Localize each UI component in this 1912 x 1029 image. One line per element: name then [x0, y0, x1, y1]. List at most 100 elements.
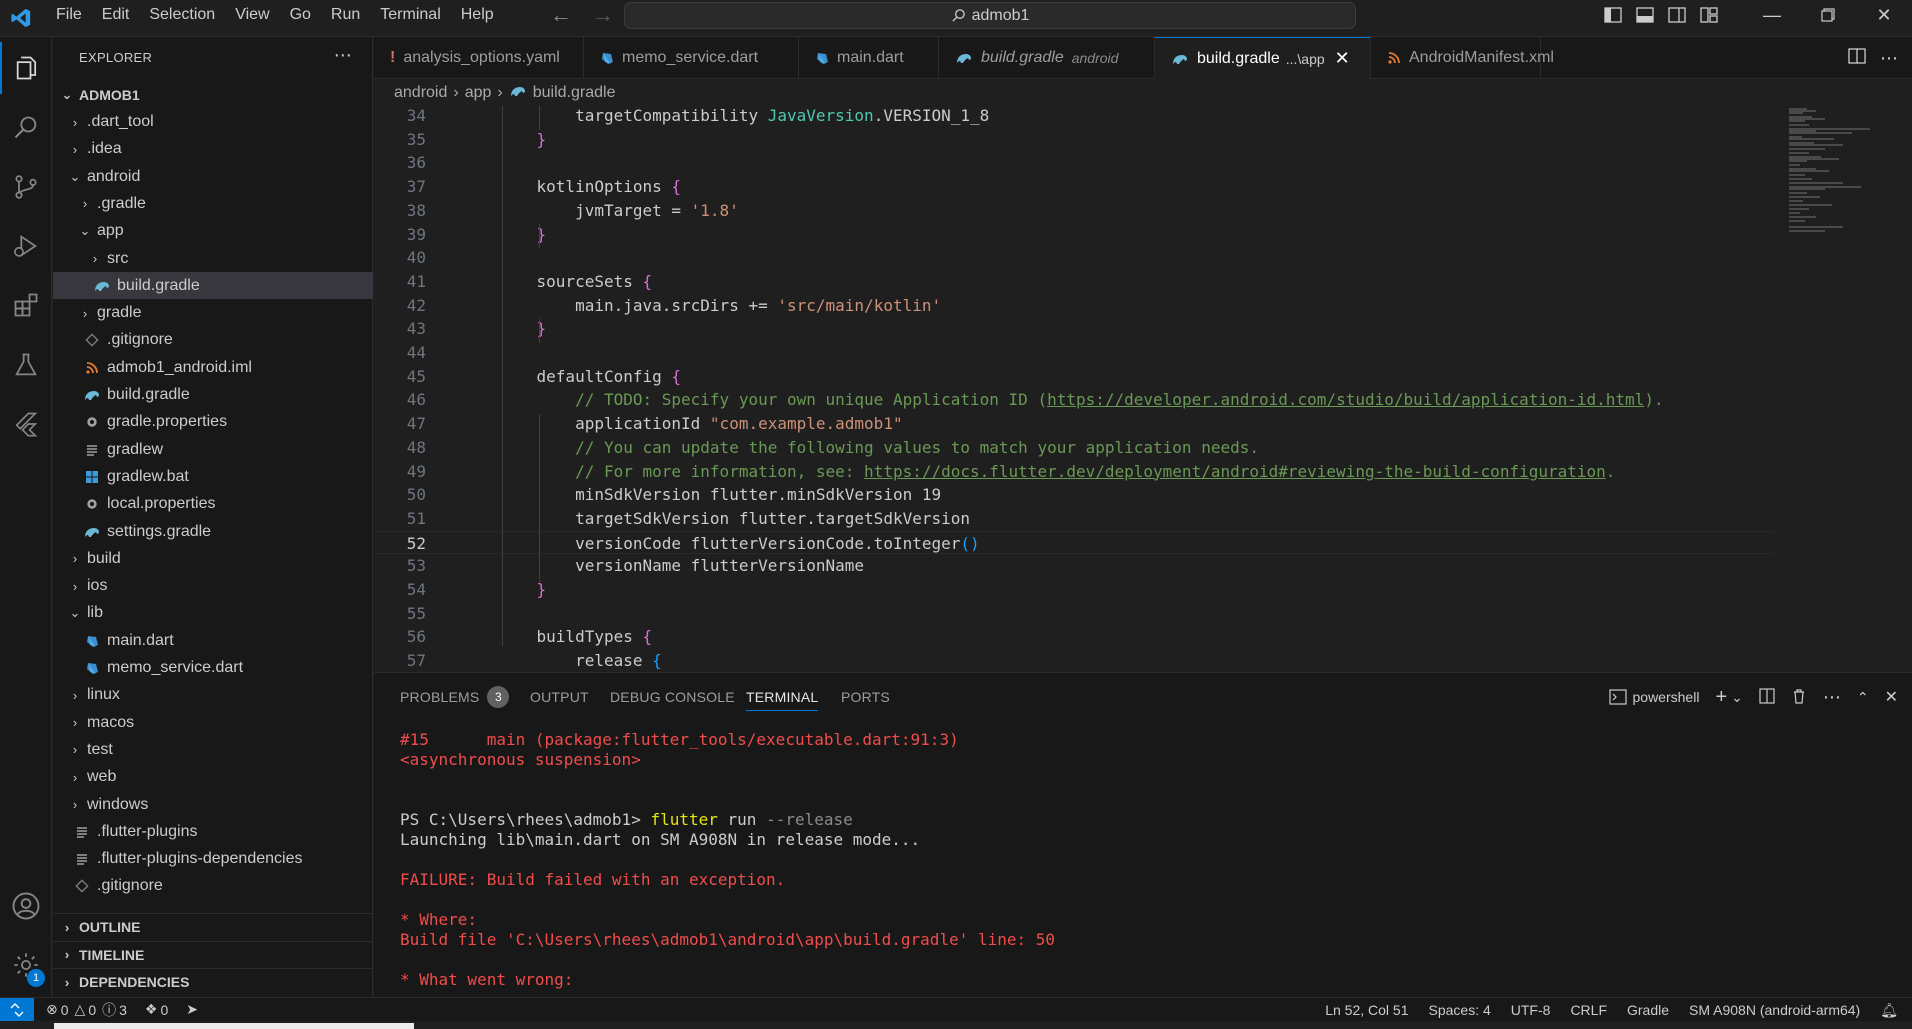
vscode-logo-icon[interactable] [6, 3, 36, 33]
toggle-panel-icon[interactable] [1630, 0, 1660, 30]
breadcrumb-item[interactable]: android [394, 84, 447, 102]
split-editor-icon[interactable] [1848, 47, 1866, 69]
maximize-panel-icon[interactable]: ⌃ [1857, 689, 1869, 706]
close-tab-icon[interactable]: ✕ [1335, 48, 1350, 69]
tree-folder[interactable]: › web [53, 764, 373, 791]
tree-file[interactable]: settings.gradle [53, 518, 373, 545]
editor-tab[interactable]: ! analysis_options.yaml [374, 37, 584, 79]
tree-folder[interactable]: › src [53, 245, 373, 272]
tree-file[interactable]: main.dart [53, 627, 373, 654]
customize-layout-icon[interactable] [1694, 0, 1724, 30]
close-window-button[interactable]: ✕ [1856, 0, 1912, 30]
tree-file[interactable]: .flutter-plugins-dependencies [53, 846, 373, 873]
forward-arrow-icon[interactable]: → [592, 2, 614, 28]
debug-launch-icon[interactable]: ➤ [186, 1001, 198, 1018]
tree-file[interactable]: gradlew.bat [53, 463, 373, 490]
editor-tab[interactable]: AndroidManifest.xml [1371, 37, 1554, 79]
menu-run[interactable]: Run [321, 0, 370, 37]
kill-terminal-trash-icon[interactable] [1791, 688, 1807, 707]
explorer-icon[interactable] [0, 42, 52, 94]
tree-folder[interactable]: ⌄ android [53, 163, 373, 190]
split-terminal-icon[interactable] [1759, 687, 1775, 707]
minimap[interactable] [1784, 106, 1904, 672]
tree-file[interactable]: .gitignore [53, 327, 373, 354]
breadcrumb-item[interactable]: app [465, 84, 492, 102]
new-terminal-icon[interactable]: + [1715, 686, 1727, 709]
section-dependencies[interactable]: › DEPENDENCIES [53, 968, 373, 995]
tree-folder[interactable]: › linux [53, 682, 373, 709]
menu-selection[interactable]: Selection [139, 0, 225, 37]
tree-file[interactable]: memo_service.dart [53, 655, 373, 682]
source-control-icon[interactable] [0, 161, 52, 213]
section-outline[interactable]: › OUTLINE [53, 913, 373, 940]
panel-tab-ports[interactable]: PORTS [841, 673, 890, 721]
tree-folder[interactable]: › ios [53, 573, 373, 600]
end-of-line[interactable]: CRLF [1570, 1002, 1607, 1018]
editor-tab[interactable]: build.gradle android [939, 37, 1155, 79]
menu-terminal[interactable]: Terminal [370, 0, 450, 37]
tree-folder[interactable]: › build [53, 545, 373, 572]
menu-view[interactable]: View [225, 0, 279, 37]
panel-tab-output[interactable]: OUTPUT [530, 673, 589, 721]
more-panel-actions-icon[interactable]: ⋯ [1823, 687, 1841, 708]
tree-file[interactable]: build.gradle [53, 272, 373, 300]
more-actions-icon[interactable]: ⋯ [334, 45, 352, 66]
flutter-device[interactable]: SM A908N (android-arm64) [1689, 1002, 1860, 1018]
encoding[interactable]: UTF-8 [1511, 1002, 1551, 1018]
cursor-position[interactable]: Ln 52, Col 51 [1325, 1002, 1408, 1018]
chevron-down-icon[interactable]: ⌄ [1731, 689, 1743, 706]
tree-folder[interactable]: ⌄ app [53, 218, 373, 245]
tree-folder[interactable]: › .dart_tool [53, 109, 373, 136]
minimize-button[interactable]: — [1744, 0, 1800, 30]
terminal-shell-selector[interactable]: powershell [1608, 689, 1699, 705]
section-timeline[interactable]: › TIMELINE [53, 940, 373, 968]
close-panel-icon[interactable]: ✕ [1885, 687, 1898, 707]
tree-folder[interactable]: › test [53, 736, 373, 763]
flutter-icon[interactable] [0, 398, 52, 450]
panel-tab-terminal[interactable]: TERMINAL [746, 673, 819, 721]
tree-file[interactable]: local.properties [53, 491, 373, 518]
search-icon[interactable] [0, 102, 52, 154]
run-and-debug-icon[interactable] [0, 220, 52, 272]
breadcrumb-item[interactable]: build.gradle [533, 84, 616, 102]
panel-tab-debug-console[interactable]: DEBUG CONSOLE [610, 673, 735, 721]
menu-file[interactable]: File [46, 0, 92, 37]
toggle-primary-sidebar-icon[interactable] [1598, 0, 1628, 30]
tree-folder[interactable]: › .idea [53, 136, 373, 163]
command-center-search[interactable]: admob1 [624, 2, 1356, 29]
notifications-bell-icon[interactable]: 🔔︎ [1880, 1002, 1898, 1019]
tree-file[interactable]: .gitignore [53, 873, 373, 900]
testing-flask-icon[interactable] [0, 339, 52, 391]
tree-file[interactable]: build.gradle [53, 382, 373, 409]
remote-indicator-icon[interactable] [0, 997, 34, 1022]
menu-edit[interactable]: Edit [92, 0, 140, 37]
ports-status[interactable]: ❖ 0 [145, 1001, 168, 1018]
restore-button[interactable] [1800, 0, 1856, 30]
manage-gear-icon[interactable]: 1 [0, 939, 52, 991]
tree-folder[interactable]: › gradle [53, 300, 373, 327]
indentation[interactable]: Spaces: 4 [1429, 1002, 1491, 1018]
tree-folder[interactable]: › windows [53, 791, 373, 818]
tree-folder[interactable]: ⌄ lib [53, 600, 373, 627]
back-arrow-icon[interactable]: ← [550, 2, 572, 28]
editor-tab[interactable]: memo_service.dart [584, 37, 799, 79]
accounts-icon[interactable] [0, 880, 52, 932]
tree-file[interactable]: .flutter-plugins [53, 818, 373, 845]
tree-folder[interactable]: › macos [53, 709, 373, 736]
tree-folder[interactable]: › .gradle [53, 190, 373, 217]
tree-file[interactable]: admob1_android.iml [53, 354, 373, 381]
editor-tab[interactable]: build.gradle ...\app ✕ [1155, 37, 1371, 79]
tree-file[interactable]: gradlew [53, 436, 373, 463]
problems-status[interactable]: ⊗ 0 △ 0 ⓘ 3 [46, 1000, 127, 1020]
language-mode[interactable]: Gradle [1627, 1002, 1669, 1018]
menu-go[interactable]: Go [280, 0, 321, 37]
toggle-secondary-sidebar-icon[interactable] [1662, 0, 1692, 30]
editor-tab[interactable]: main.dart [799, 37, 939, 79]
code-editor[interactable]: 34 targetCompatibility JavaVersion.VERSI… [374, 106, 1912, 672]
panel-tab-problems[interactable]: PROBLEMS 3 [400, 673, 510, 721]
workspace-root[interactable]: ⌄ ADMOB1 [53, 81, 373, 108]
extensions-icon[interactable] [0, 279, 52, 331]
more-editor-actions-icon[interactable]: ⋯ [1880, 48, 1898, 69]
tree-file[interactable]: gradle.properties [53, 409, 373, 436]
menu-help[interactable]: Help [451, 0, 504, 37]
